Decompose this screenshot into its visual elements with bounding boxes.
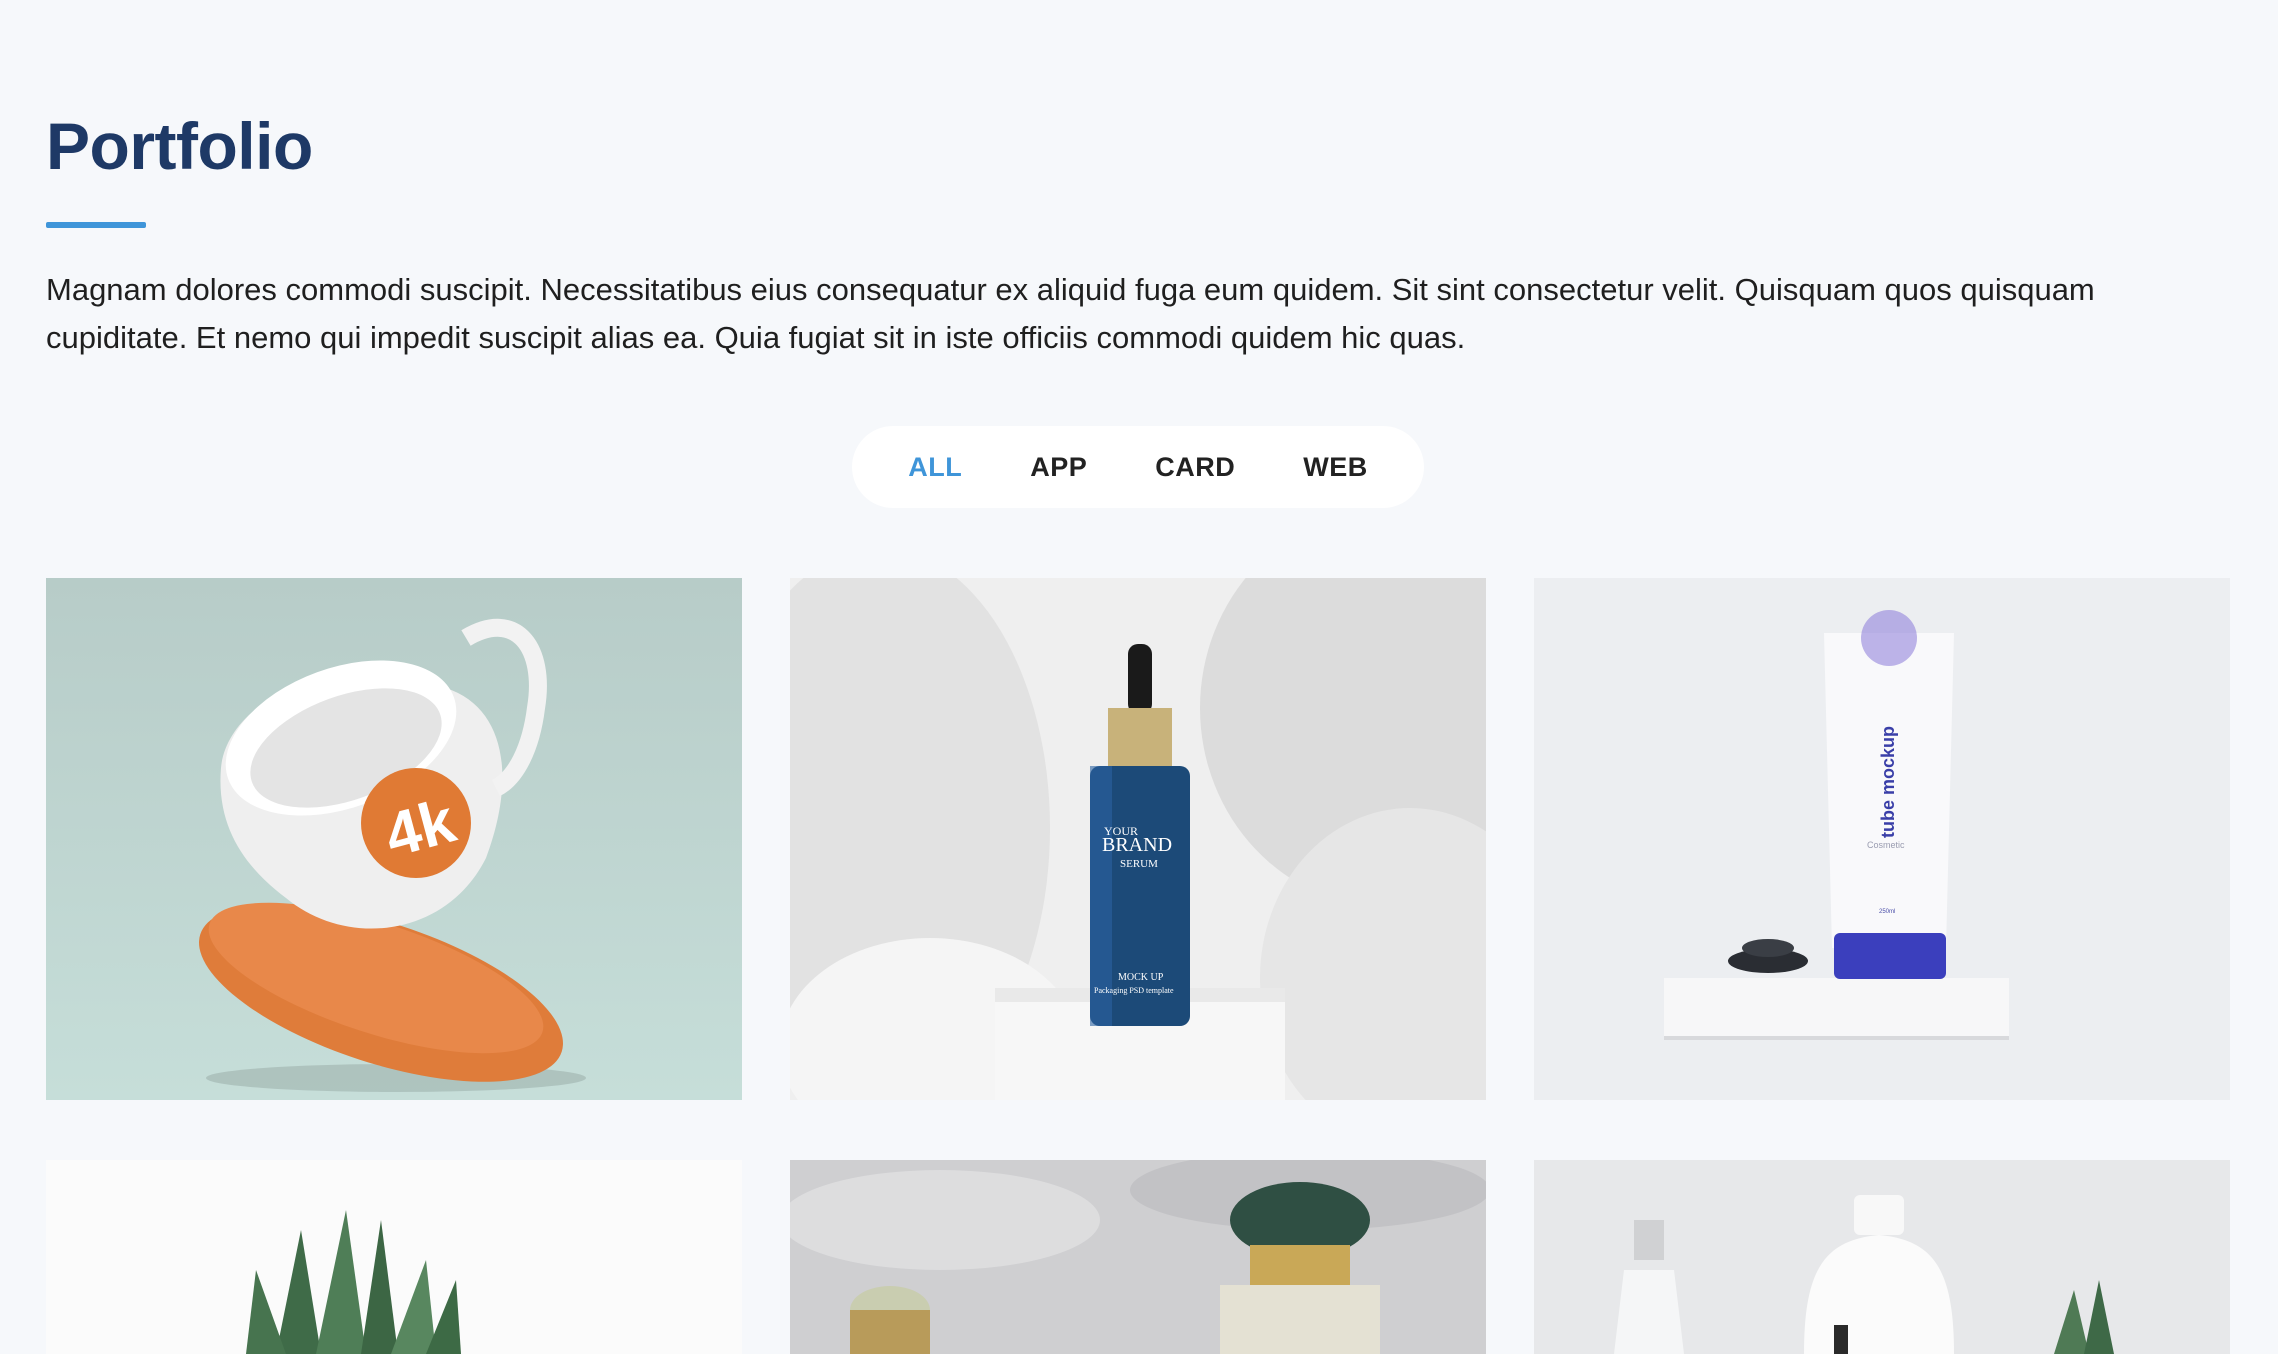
svg-text:Cosmetic: Cosmetic xyxy=(1867,840,1905,850)
tube-image: tube mockup Cosmetic 250ml xyxy=(1534,578,2230,1100)
portfolio-item-serum[interactable]: YOUR BRAND SERUM MOCK UP Packaging PSD t… xyxy=(790,578,1486,1100)
filter-web[interactable]: WEB xyxy=(1303,452,1368,483)
svg-text:250ml: 250ml xyxy=(1879,909,1895,915)
filter-card[interactable]: CARD xyxy=(1155,452,1235,483)
title-underline xyxy=(46,222,146,228)
svg-text:BRAND: BRAND xyxy=(1102,834,1172,856)
portfolio-item-plant[interactable] xyxy=(46,1160,742,1354)
portfolio-item-mug[interactable]: 4k xyxy=(46,578,742,1100)
svg-text:Packaging PSD template: Packaging PSD template xyxy=(1094,986,1174,995)
filter-app[interactable]: APP xyxy=(1030,452,1087,483)
portfolio-description: Magnam dolores commodi suscipit. Necessi… xyxy=(46,272,2095,355)
portfolio-item-tube[interactable]: tube mockup Cosmetic 250ml xyxy=(1534,578,2230,1100)
portfolio-filters: ALL APP CARD WEB xyxy=(852,426,1424,508)
perfume-image xyxy=(790,1160,1486,1354)
plant-image xyxy=(46,1160,742,1354)
portfolio-item-bottles[interactable] xyxy=(1534,1160,2230,1354)
filter-all[interactable]: ALL xyxy=(908,452,962,483)
portfolio-item-perfume[interactable] xyxy=(790,1160,1486,1354)
mug-image: 4k xyxy=(46,578,742,1100)
svg-text:SERUM: SERUM xyxy=(1120,858,1158,870)
page-title: Portfolio xyxy=(46,109,313,183)
svg-text:MOCK UP: MOCK UP xyxy=(1118,972,1164,983)
serum-image: YOUR BRAND SERUM MOCK UP Packaging PSD t… xyxy=(790,578,1486,1100)
bottles-image xyxy=(1534,1160,2230,1354)
svg-text:tube mockup: tube mockup xyxy=(1878,726,1898,838)
